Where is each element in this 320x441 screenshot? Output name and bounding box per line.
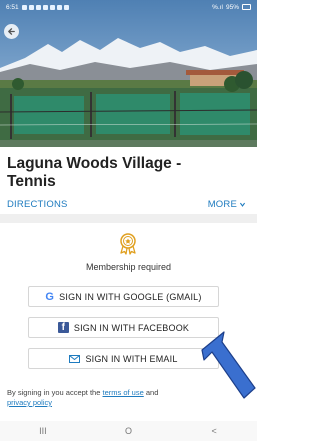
- signal-icon: %.ıl: [212, 3, 223, 11]
- more-label: MORE: [207, 199, 237, 210]
- facebook-icon: f: [57, 322, 69, 333]
- directions-link[interactable]: DIRECTIONS: [7, 199, 68, 210]
- notification-icons: [21, 4, 69, 10]
- pointer-arrow-annotation: [201, 331, 256, 399]
- back-button[interactable]: [4, 24, 19, 39]
- status-time: 6:51: [6, 3, 19, 11]
- facebook-signin-label: SIGN IN WITH FACEBOOK: [73, 322, 190, 333]
- battery-icon: [242, 4, 251, 10]
- email-signin-label: SIGN IN WITH EMAIL: [85, 353, 178, 364]
- google-signin-label: SIGN IN WITH GOOGLE (GMAIL): [59, 291, 202, 302]
- google-signin-button[interactable]: G SIGN IN WITH GOOGLE (GMAIL): [28, 286, 219, 307]
- terms-prefix: By signing in you accept the: [7, 388, 101, 397]
- venue-title: Laguna Woods Village - Tennis: [7, 155, 182, 190]
- android-nav-bar: III O <: [0, 421, 257, 441]
- facebook-signin-button[interactable]: f SIGN IN WITH FACEBOOK: [28, 317, 219, 338]
- section-divider: [0, 214, 257, 223]
- more-menu-button[interactable]: MORE: [208, 199, 246, 210]
- membership-badge-icon: [120, 233, 136, 255]
- home-button[interactable]: O: [108, 426, 148, 436]
- email-signin-button[interactable]: SIGN IN WITH EMAIL: [28, 348, 219, 369]
- google-icon: G: [45, 290, 55, 303]
- chevron-down-icon: [239, 202, 246, 207]
- privacy-policy-link[interactable]: privacy policy: [7, 398, 52, 407]
- nav-back-button[interactable]: <: [194, 426, 234, 436]
- venue-hero-image: [0, 0, 257, 147]
- envelope-icon: [69, 354, 81, 363]
- membership-required-label: Membership required: [85, 262, 172, 272]
- recents-button[interactable]: III: [23, 426, 63, 436]
- terms-and: and: [145, 388, 159, 397]
- battery-level: 95%: [225, 3, 239, 11]
- arrow-left-icon: [8, 28, 15, 35]
- terms-of-use-link[interactable]: terms of use: [103, 388, 144, 397]
- status-bar: 6:51 %.ıl 95%: [0, 0, 257, 14]
